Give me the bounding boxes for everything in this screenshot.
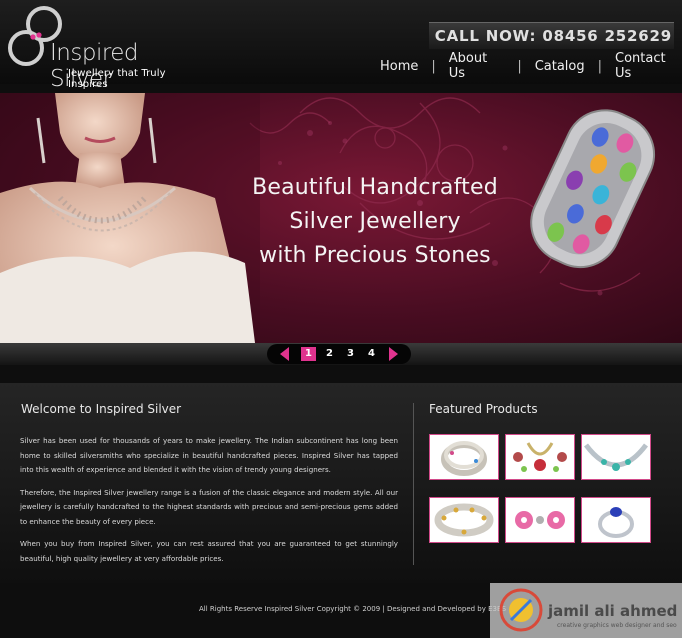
pager-page-2[interactable]: 2 xyxy=(322,347,337,361)
gemstone-bracelet-image xyxy=(530,109,656,269)
call-now-phone: CALL NOW: 08456 252629 xyxy=(428,22,674,49)
ring-image-icon xyxy=(598,507,634,538)
banner-headline: Beautiful Handcrafted Silver Jewellery w… xyxy=(230,171,520,273)
product-thumb-ring[interactable] xyxy=(581,497,651,543)
watermark-subtitle: creative graphics web designer and seo xyxy=(557,622,677,629)
nav-about-us[interactable]: About Us xyxy=(449,51,505,81)
nav-home[interactable]: Home xyxy=(380,59,418,74)
watermark-name: jamil ali ahmed xyxy=(548,602,678,620)
model-wearing-jewellery-image xyxy=(0,93,260,343)
earrings-set-image-icon xyxy=(513,442,567,472)
logo[interactable]: Inspired Silver Jewellery that Truly Ins… xyxy=(6,2,206,92)
nav-contact-us[interactable]: Contact Us xyxy=(615,51,682,81)
welcome-paragraph: Silver has been used for thousands of ye… xyxy=(20,436,398,474)
bracelet-image-icon xyxy=(434,503,494,537)
pager-page-1[interactable]: 1 xyxy=(301,347,316,361)
nav-separator: | xyxy=(431,58,436,74)
product-thumb-bracelet[interactable] xyxy=(429,497,499,543)
banner-headline-line: Silver Jewellery xyxy=(289,209,461,234)
nav-separator: | xyxy=(597,58,603,74)
column-divider xyxy=(413,403,414,565)
banner-headline-line: Beautiful Handcrafted xyxy=(252,175,498,200)
product-thumb-necklace[interactable] xyxy=(581,434,651,480)
banner-headline-line: with Precious Stones xyxy=(259,243,491,268)
next-arrow-icon[interactable] xyxy=(389,347,398,361)
banner-pager: 1 2 3 4 xyxy=(267,344,411,364)
hero-banner[interactable]: Beautiful Handcrafted Silver Jewellery w… xyxy=(0,93,682,343)
bangles-image-icon xyxy=(441,441,487,476)
product-thumb-earrings-set[interactable] xyxy=(505,434,575,480)
main-nav: Home | About Us | Catalog | Contact Us xyxy=(380,51,682,81)
nav-catalog[interactable]: Catalog xyxy=(535,59,585,74)
welcome-paragraph: When you buy from Inspired Silver, you c… xyxy=(20,539,398,563)
brand-tagline: Jewellery that Truly Inspires xyxy=(68,68,166,90)
site-header: Inspired Silver Jewellery that Truly Ins… xyxy=(0,0,682,92)
welcome-paragraph: Therefore, the Inspired Silver jewellery… xyxy=(20,487,398,526)
product-thumb-flower-earrings[interactable] xyxy=(505,497,575,543)
pager-page-3[interactable]: 3 xyxy=(343,347,358,361)
nav-separator: | xyxy=(517,58,522,74)
footer-copyright: All Rights Reserve Inspired Silver Copyr… xyxy=(199,605,507,613)
flower-earrings-image-icon xyxy=(515,511,565,529)
previous-arrow-icon[interactable] xyxy=(280,347,289,361)
welcome-title: Welcome to Inspired Silver xyxy=(21,402,182,416)
featured-title: Featured Products xyxy=(429,402,538,416)
welcome-text: Silver has been used for thousands of ye… xyxy=(20,434,398,574)
product-thumb-bangles[interactable] xyxy=(429,434,499,480)
pager-page-4[interactable]: 4 xyxy=(364,347,379,361)
seo-badge-icon xyxy=(499,588,543,632)
necklace-image-icon xyxy=(584,443,648,471)
